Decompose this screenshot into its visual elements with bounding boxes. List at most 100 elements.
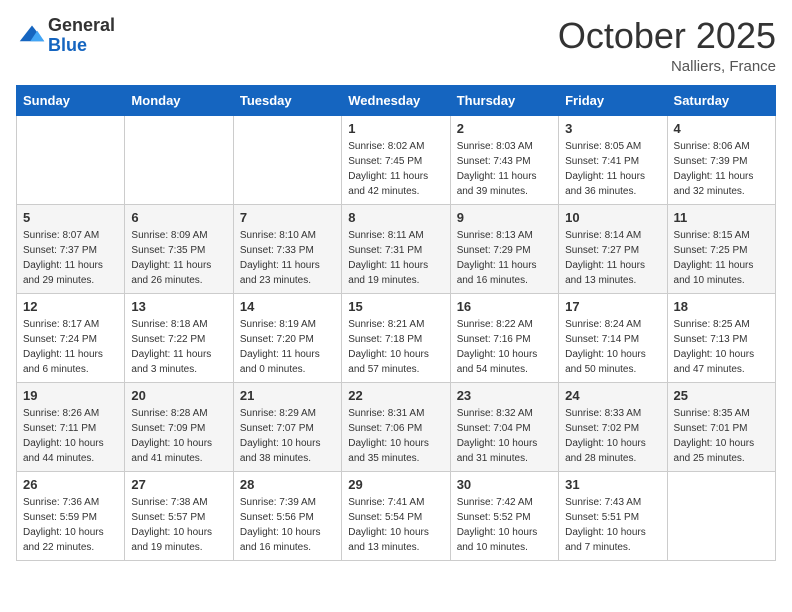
calendar-day-cell: 11 Sunrise: 8:15 AMSunset: 7:25 PMDayligh… — [667, 204, 775, 293]
day-number: 13 — [131, 299, 226, 314]
day-number: 29 — [348, 477, 443, 492]
calendar-day-cell: 17 Sunrise: 8:24 AMSunset: 7:14 PMDayligh… — [559, 293, 667, 382]
calendar-day-cell: 22Sunrise: 8:31 AMSunset: 7:06 PMDayligh… — [342, 382, 450, 471]
day-info: Sunrise: 8:33 AMSunset: 7:02 PMDaylight:… — [565, 406, 660, 466]
day-number: 7 — [240, 210, 335, 225]
day-number: 27 — [131, 477, 226, 492]
calendar-day-cell: 31 Sunrise: 7:43 AMSunset: 5:51 PMDayligh… — [559, 471, 667, 560]
day-info: Sunrise: 8:29 AMSunset: 7:07 PMDaylight:… — [240, 406, 335, 466]
day-number: 19 — [23, 388, 118, 403]
calendar-day-cell: 24 Sunrise: 8:33 AMSunset: 7:02 PMDayligh… — [559, 382, 667, 471]
day-info: Sunrise: 8:31 AMSunset: 7:06 PMDaylight:… — [348, 406, 443, 466]
day-number: 9 — [457, 210, 552, 225]
day-number: 26 — [23, 477, 118, 492]
day-number: 11 — [674, 210, 769, 225]
calendar-day-cell: 16 Sunrise: 8:22 AMSunset: 7:16 PMDayligh… — [450, 293, 558, 382]
day-number: 5 — [23, 210, 118, 225]
calendar-day-cell: 3Sunrise: 8:05 AMSunset: 7:41 PMDaylight… — [559, 115, 667, 204]
day-info: Sunrise: 8:06 AMSunset: 7:39 PMDaylight:… — [674, 139, 769, 199]
page-header: General Blue October 2025 Nalliers, Fran… — [16, 16, 776, 75]
day-info: Sunrise: 8:21 AMSunset: 7:18 PMDaylight:… — [348, 317, 443, 377]
calendar-day-cell: 18 Sunrise: 8:25 AMSunset: 7:13 PMDayligh… — [667, 293, 775, 382]
calendar-day-cell: 7 Sunrise: 8:10 AMSunset: 7:33 PMDaylight… — [233, 204, 341, 293]
weekday-header-sunday: Sunday — [17, 85, 125, 115]
calendar-week-row: 5 Sunrise: 8:07 AMSunset: 7:37 PMDaylight… — [17, 204, 776, 293]
calendar-day-cell: 30Sunrise: 7:42 AMSunset: 5:52 PMDayligh… — [450, 471, 558, 560]
calendar-week-row: 19 Sunrise: 8:26 AMSunset: 7:11 PMDayligh… — [17, 382, 776, 471]
calendar-day-cell: 26 Sunrise: 7:36 AMSunset: 5:59 PMDayligh… — [17, 471, 125, 560]
day-info: Sunrise: 7:39 AMSunset: 5:56 PMDaylight:… — [240, 495, 335, 555]
day-info: Sunrise: 8:35 AMSunset: 7:01 PMDaylight:… — [674, 406, 769, 466]
logo-general-text: General — [48, 15, 115, 35]
month-title: October 2025 — [558, 16, 776, 56]
calendar-day-cell — [233, 115, 341, 204]
day-number: 21 — [240, 388, 335, 403]
calendar-day-cell: 19 Sunrise: 8:26 AMSunset: 7:11 PMDayligh… — [17, 382, 125, 471]
day-info: Sunrise: 8:18 AMSunset: 7:22 PMDaylight:… — [131, 317, 226, 377]
calendar-day-cell: 12Sunrise: 8:17 AMSunset: 7:24 PMDayligh… — [17, 293, 125, 382]
day-info: Sunrise: 8:05 AMSunset: 7:41 PMDaylight:… — [565, 139, 660, 199]
day-number: 14 — [240, 299, 335, 314]
day-number: 25 — [674, 388, 769, 403]
calendar-day-cell — [667, 471, 775, 560]
location-subtitle: Nalliers, France — [558, 58, 776, 75]
calendar-day-cell: 9Sunrise: 8:13 AMSunset: 7:29 PMDaylight… — [450, 204, 558, 293]
calendar-day-cell: 28 Sunrise: 7:39 AMSunset: 5:56 PMDayligh… — [233, 471, 341, 560]
calendar-day-cell: 4 Sunrise: 8:06 AMSunset: 7:39 PMDaylight… — [667, 115, 775, 204]
day-info: Sunrise: 8:02 AMSunset: 7:45 PMDaylight:… — [348, 139, 443, 199]
day-number: 1 — [348, 121, 443, 136]
day-number: 6 — [131, 210, 226, 225]
calendar-day-cell: 27 Sunrise: 7:38 AMSunset: 5:57 PMDayligh… — [125, 471, 233, 560]
day-number: 24 — [565, 388, 660, 403]
weekday-header-saturday: Saturday — [667, 85, 775, 115]
day-info: Sunrise: 8:25 AMSunset: 7:13 PMDaylight:… — [674, 317, 769, 377]
day-number: 4 — [674, 121, 769, 136]
calendar-week-row: 1 Sunrise: 8:02 AMSunset: 7:45 PMDaylight… — [17, 115, 776, 204]
calendar-week-row: 12Sunrise: 8:17 AMSunset: 7:24 PMDayligh… — [17, 293, 776, 382]
day-number: 18 — [674, 299, 769, 314]
day-info: Sunrise: 8:15 AMSunset: 7:25 PMDaylight:… — [674, 228, 769, 288]
day-info: Sunrise: 8:10 AMSunset: 7:33 PMDaylight:… — [240, 228, 335, 288]
day-info: Sunrise: 7:43 AMSunset: 5:51 PMDaylight:… — [565, 495, 660, 555]
calendar-day-cell: 2 Sunrise: 8:03 AMSunset: 7:43 PMDaylight… — [450, 115, 558, 204]
logo-icon — [18, 22, 46, 50]
day-number: 10 — [565, 210, 660, 225]
calendar-day-cell: 25 Sunrise: 8:35 AMSunset: 7:01 PMDayligh… — [667, 382, 775, 471]
day-info: Sunrise: 8:22 AMSunset: 7:16 PMDaylight:… — [457, 317, 552, 377]
day-number: 17 — [565, 299, 660, 314]
calendar-day-cell: 1 Sunrise: 8:02 AMSunset: 7:45 PMDaylight… — [342, 115, 450, 204]
day-info: Sunrise: 8:28 AMSunset: 7:09 PMDaylight:… — [131, 406, 226, 466]
day-number: 20 — [131, 388, 226, 403]
day-info: Sunrise: 7:42 AMSunset: 5:52 PMDaylight:… — [457, 495, 552, 555]
weekday-header-tuesday: Tuesday — [233, 85, 341, 115]
calendar-header-row: SundayMondayTuesdayWednesdayThursdayFrid… — [17, 85, 776, 115]
calendar-day-cell: 13 Sunrise: 8:18 AMSunset: 7:22 PMDayligh… — [125, 293, 233, 382]
day-info: Sunrise: 8:07 AMSunset: 7:37 PMDaylight:… — [23, 228, 118, 288]
calendar-day-cell: 23Sunrise: 8:32 AMSunset: 7:04 PMDayligh… — [450, 382, 558, 471]
weekday-header-friday: Friday — [559, 85, 667, 115]
day-info: Sunrise: 7:38 AMSunset: 5:57 PMDaylight:… — [131, 495, 226, 555]
day-number: 2 — [457, 121, 552, 136]
calendar-day-cell: 29 Sunrise: 7:41 AMSunset: 5:54 PMDayligh… — [342, 471, 450, 560]
day-number: 31 — [565, 477, 660, 492]
day-info: Sunrise: 7:36 AMSunset: 5:59 PMDaylight:… — [23, 495, 118, 555]
calendar-day-cell: 14Sunrise: 8:19 AMSunset: 7:20 PMDayligh… — [233, 293, 341, 382]
day-info: Sunrise: 8:24 AMSunset: 7:14 PMDaylight:… — [565, 317, 660, 377]
day-info: Sunrise: 8:11 AMSunset: 7:31 PMDaylight:… — [348, 228, 443, 288]
day-info: Sunrise: 8:09 AMSunset: 7:35 PMDaylight:… — [131, 228, 226, 288]
calendar-day-cell: 15Sunrise: 8:21 AMSunset: 7:18 PMDayligh… — [342, 293, 450, 382]
calendar-table: SundayMondayTuesdayWednesdayThursdayFrid… — [16, 85, 776, 561]
calendar-day-cell — [17, 115, 125, 204]
calendar-week-row: 26 Sunrise: 7:36 AMSunset: 5:59 PMDayligh… — [17, 471, 776, 560]
title-block: October 2025 Nalliers, France — [558, 16, 776, 75]
day-number: 8 — [348, 210, 443, 225]
day-number: 16 — [457, 299, 552, 314]
day-number: 28 — [240, 477, 335, 492]
day-info: Sunrise: 7:41 AMSunset: 5:54 PMDaylight:… — [348, 495, 443, 555]
day-info: Sunrise: 8:26 AMSunset: 7:11 PMDaylight:… — [23, 406, 118, 466]
weekday-header-wednesday: Wednesday — [342, 85, 450, 115]
day-info: Sunrise: 8:03 AMSunset: 7:43 PMDaylight:… — [457, 139, 552, 199]
day-info: Sunrise: 8:14 AMSunset: 7:27 PMDaylight:… — [565, 228, 660, 288]
logo-blue-text: Blue — [48, 35, 87, 55]
weekday-header-thursday: Thursday — [450, 85, 558, 115]
